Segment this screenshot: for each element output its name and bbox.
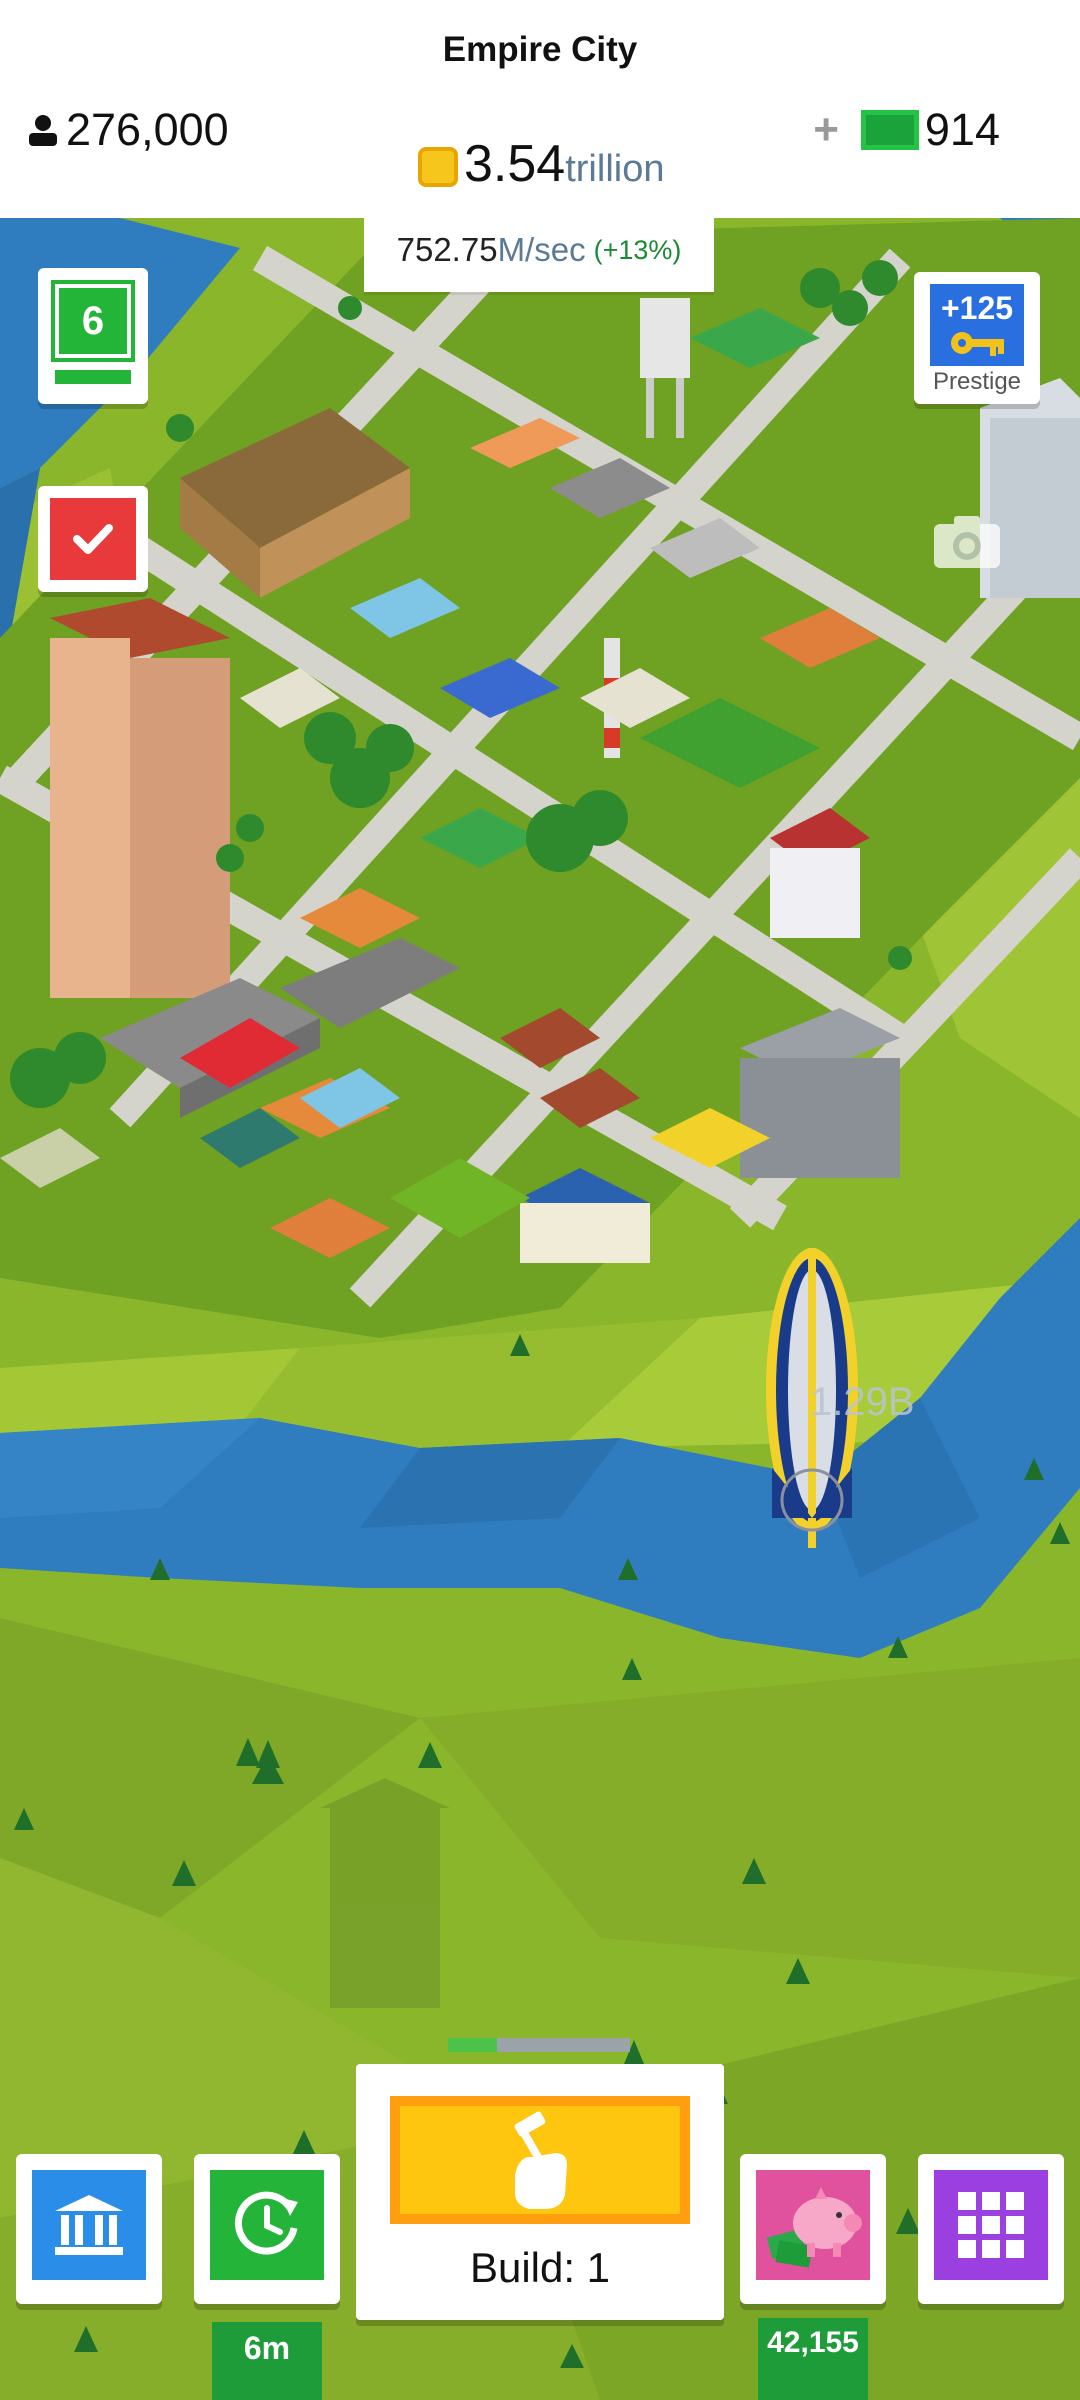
piggy-bank-button[interactable] xyxy=(740,2154,886,2304)
prestige-badge: +125 xyxy=(930,284,1024,366)
prestige-label: Prestige xyxy=(932,368,1022,395)
level-progress-bar xyxy=(55,370,131,384)
income-unit: M/sec xyxy=(497,231,586,268)
income-bonus: (+13%) xyxy=(593,234,682,265)
prestige-count: +125 xyxy=(940,290,1014,326)
coins-counter: 3.54 trillion xyxy=(418,134,664,194)
menu-button[interactable] xyxy=(918,2154,1064,2304)
tasks-button[interactable] xyxy=(38,486,148,592)
city-name[interactable]: Empire City xyxy=(0,30,1080,70)
key-icon xyxy=(951,332,1004,356)
bank-icon xyxy=(32,2170,146,2280)
boost-timer: 6m xyxy=(212,2322,322,2400)
cash-icon xyxy=(860,110,919,150)
top-bar: Empire City 276,000 3.54 trillion + 914 xyxy=(0,0,1080,218)
coins-value: 3.54 xyxy=(464,135,566,193)
population-value: 276,000 xyxy=(66,104,229,155)
income-value: 752.75 xyxy=(396,231,498,268)
person-icon xyxy=(29,115,57,146)
clock-refresh-icon xyxy=(210,2170,324,2280)
population-counter: 276,000 xyxy=(26,104,229,156)
camera-icon[interactable] xyxy=(932,512,1002,575)
coins-unit: trillion xyxy=(565,148,665,190)
level-badge[interactable]: 6 xyxy=(38,268,148,404)
coin-icon xyxy=(418,147,458,187)
checkmark-icon xyxy=(50,498,136,580)
build-progress-bar xyxy=(448,2038,630,2052)
build-tile xyxy=(390,2096,690,2224)
cash-counter[interactable]: + 914 xyxy=(813,104,1000,156)
hammer-hand-icon xyxy=(514,2111,567,2209)
cash-value: 914 xyxy=(924,104,1000,155)
build-label: Build: 1 xyxy=(469,2244,611,2291)
build-progress-fill xyxy=(448,2038,498,2052)
airship-reward[interactable]: 1.29B xyxy=(810,1380,915,1425)
prestige-button[interactable]: +125 Prestige xyxy=(914,272,1040,404)
bank-button[interactable] xyxy=(16,2154,162,2304)
add-cash-button[interactable]: + xyxy=(813,105,839,155)
level-number: 6 xyxy=(51,280,135,362)
boost-button[interactable] xyxy=(194,2154,340,2304)
income-rate: 752.75 M/sec (+13%) xyxy=(364,208,714,292)
piggy-bank-icon xyxy=(756,2170,870,2280)
build-button[interactable]: Build: 1 xyxy=(356,2064,724,2320)
grid-icon xyxy=(934,2170,1048,2280)
savings-amount: 42,155 xyxy=(758,2318,868,2400)
